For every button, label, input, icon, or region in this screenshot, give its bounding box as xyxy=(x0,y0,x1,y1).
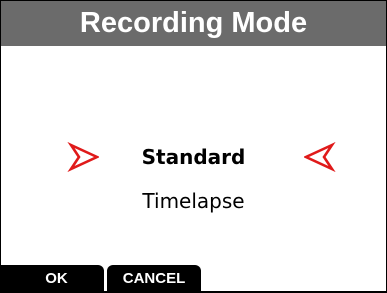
selection-indicator-right-icon xyxy=(302,141,336,173)
title-bar: Recording Mode xyxy=(1,1,386,46)
menu-option-timelapse[interactable]: Timelapse xyxy=(1,189,386,213)
recording-mode-screen: Recording Mode Standard Timelapse OK CAN… xyxy=(1,1,386,291)
cancel-button[interactable]: CANCEL xyxy=(107,265,201,291)
cancel-button-label: CANCEL xyxy=(122,269,186,287)
ok-button[interactable]: OK xyxy=(1,265,104,291)
ok-button-label: OK xyxy=(45,269,68,287)
page-title: Recording Mode xyxy=(79,7,308,39)
